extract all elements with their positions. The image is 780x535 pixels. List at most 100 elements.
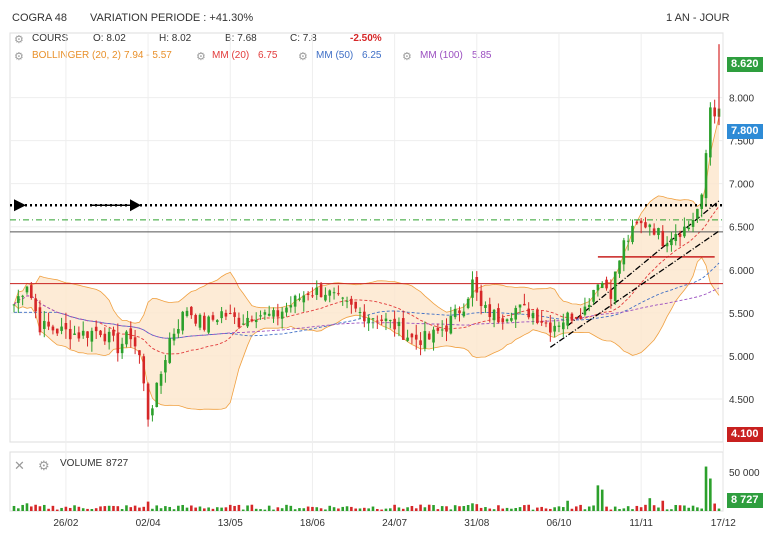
volume-bar <box>168 506 172 511</box>
volume-gear-icon[interactable]: ⚙ <box>38 458 50 474</box>
candle-body <box>622 240 626 265</box>
volume-axis-tick: 50 000 <box>729 468 760 479</box>
volume-bar <box>691 505 695 511</box>
candle-body <box>579 315 582 319</box>
price-chart[interactable]: 8.0007.5007.0006.5006.0005.5005.0004.500… <box>0 0 780 535</box>
volume-bar <box>293 509 297 511</box>
candle-body <box>691 220 695 227</box>
candle-body <box>553 325 556 332</box>
price-tag-high: 8.620 <box>727 57 763 72</box>
volume-bar <box>354 508 357 511</box>
volume-bar <box>704 466 708 511</box>
volume-bar <box>215 507 219 511</box>
candle-body <box>289 305 293 308</box>
candle-body <box>631 225 634 243</box>
volume-bar <box>518 507 522 511</box>
volume-bar <box>566 500 569 511</box>
candle-body <box>181 311 184 331</box>
volume-bar <box>198 506 202 511</box>
candle-body <box>657 228 660 236</box>
volume-bar <box>401 508 405 511</box>
volume-bar <box>406 507 409 511</box>
candle-body <box>397 321 401 327</box>
candle-body <box>34 298 37 312</box>
candle-body <box>518 304 522 308</box>
candle-body <box>60 326 63 331</box>
date-tick-label: 06/10 <box>546 518 571 529</box>
candle-body <box>661 230 665 247</box>
volume-bar <box>302 508 306 511</box>
volume-bar <box>55 509 59 511</box>
candle-body <box>220 311 223 319</box>
candle-body <box>263 312 267 315</box>
candle-body <box>306 293 310 295</box>
candle-body <box>107 331 111 343</box>
volume-bar <box>60 507 63 511</box>
volume-bar <box>116 506 120 511</box>
candle-body <box>471 279 474 298</box>
volume-bar <box>138 507 141 511</box>
candle-body <box>618 260 621 274</box>
candle-body <box>30 285 33 298</box>
close-volume-icon[interactable]: ✕ <box>14 458 25 474</box>
candle-body <box>596 284 600 291</box>
volume-bar <box>332 507 336 511</box>
candle-body <box>25 286 29 293</box>
candle-body <box>536 310 539 324</box>
volume-bar <box>510 508 513 511</box>
volume-bar <box>410 505 414 511</box>
candle-body <box>345 300 349 302</box>
candle-body <box>94 326 98 332</box>
bollinger-fill <box>14 117 719 410</box>
volume-bar <box>440 506 444 511</box>
volume-bar <box>285 504 288 511</box>
volume-bar <box>501 508 505 511</box>
candle-body <box>449 315 453 334</box>
volume-bar <box>181 504 184 511</box>
candle-body <box>120 343 124 354</box>
volume-bar <box>427 504 431 511</box>
volume-bar <box>592 505 595 511</box>
volume-bar <box>687 507 691 511</box>
volume-bar <box>579 504 582 511</box>
volume-bar <box>583 509 587 511</box>
volume-bar <box>220 507 223 511</box>
candle-body <box>168 337 172 363</box>
volume-bar <box>397 507 401 511</box>
candle-body <box>652 228 656 235</box>
volume-bar <box>51 505 55 511</box>
volume-bar <box>155 505 159 511</box>
candles <box>12 44 721 427</box>
volume-bar <box>77 506 81 511</box>
candle-body <box>423 331 427 349</box>
bollinger-band <box>13 116 720 411</box>
volume-bar <box>670 509 673 511</box>
volume-bar <box>12 505 16 511</box>
candle-body <box>384 318 388 322</box>
volume-bar <box>233 505 236 511</box>
volume-bar <box>605 506 608 511</box>
candle-body <box>177 328 180 334</box>
volume-bar <box>64 506 68 511</box>
candle-body <box>350 298 353 305</box>
volume-bar <box>86 508 89 511</box>
volume-bar <box>30 506 33 511</box>
volume-value: 8727 <box>106 458 129 469</box>
volume-bar <box>484 507 487 511</box>
volume-bar <box>523 505 526 511</box>
volume-bar <box>358 508 362 511</box>
volume-bar <box>237 504 241 511</box>
candle-body <box>363 311 366 322</box>
candle-body <box>488 304 492 318</box>
volume-bar <box>146 501 150 511</box>
candle-body <box>293 295 297 307</box>
volume-bar <box>21 504 24 511</box>
candle-body <box>267 313 271 316</box>
price-tag-last: 7.800 <box>727 124 763 139</box>
candle-body <box>358 311 362 313</box>
volume-bar <box>151 508 154 511</box>
volume-bar <box>622 508 626 511</box>
volume-bar <box>479 507 483 511</box>
candle-body <box>583 306 587 315</box>
volume-bar <box>159 508 163 511</box>
